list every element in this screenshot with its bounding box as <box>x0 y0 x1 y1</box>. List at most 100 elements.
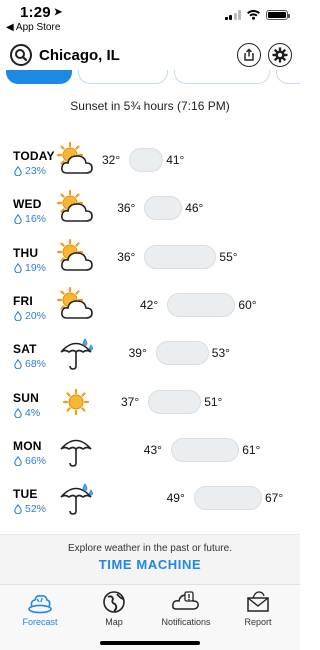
nav-map[interactable]: Map <box>78 589 150 633</box>
low-temp: 43° <box>143 442 162 457</box>
forecast-row-sat[interactable]: SAT 68% 39° 53° <box>0 333 300 377</box>
raindrop-icon <box>14 455 22 466</box>
nav-forecast[interactable]: Forecast <box>4 589 76 633</box>
temp-range-bar <box>129 148 164 172</box>
day-name: TODAY <box>13 149 55 163</box>
time-machine-button[interactable]: TIME MACHINE <box>0 557 300 572</box>
back-to-app-store-link[interactable]: ◀ App Store <box>6 22 60 33</box>
sun-icon <box>62 388 90 415</box>
low-temp: 32° <box>102 153 121 167</box>
nav-label: Map <box>105 617 123 627</box>
rain-umbrella-icon <box>60 338 93 370</box>
forecast-row-tue[interactable]: TUE 52% 49° 67° <box>0 478 300 522</box>
settings-button[interactable] <box>268 43 292 67</box>
low-temp: 49° <box>166 491 185 506</box>
notification-cloud-icon <box>172 591 199 610</box>
precip-chance: 66% <box>13 455 46 467</box>
report-envelope-icon <box>247 591 269 612</box>
location-header: Chicago, IL <box>0 38 300 74</box>
search-button[interactable] <box>10 44 32 66</box>
raindrop-icon <box>14 310 22 321</box>
nav-label: Report <box>244 617 272 627</box>
precip-chance: 4% <box>13 407 40 419</box>
raindrop-icon <box>14 359 22 370</box>
precip-chance: 52% <box>13 503 46 515</box>
forecast-row-today[interactable]: TODAY 23% 32° 41° <box>0 140 300 184</box>
high-temp: 55° <box>219 249 238 264</box>
forecast-icon <box>28 595 52 614</box>
share-button[interactable] <box>237 43 261 67</box>
location-arrow-icon: ➤ <box>53 7 63 18</box>
precip-value: 20% <box>25 309 47 322</box>
forecast-row-wed[interactable]: WED 16% 36° 46° <box>0 188 300 232</box>
precip-value: 23% <box>25 165 47 177</box>
precip-value: 68% <box>25 358 47 371</box>
globe-icon <box>103 591 125 613</box>
time-machine-banner[interactable]: Explore weather in the past or future. T… <box>0 534 300 584</box>
precip-value: 4% <box>25 406 41 419</box>
tab-3[interactable] <box>174 70 270 84</box>
gear-icon <box>272 47 288 63</box>
forecast-row-fri[interactable]: FRI 20% 42° 60° <box>0 285 300 329</box>
rain-umbrella-icon <box>60 483 93 515</box>
raindrop-icon <box>14 166 22 176</box>
day-name: SUN <box>13 390 39 405</box>
wifi-icon <box>247 10 260 20</box>
partly-cloudy-icon <box>57 286 93 319</box>
low-temp: 36° <box>117 249 136 264</box>
clock-time: 1:29 <box>20 4 51 21</box>
status-bar: 1:29 ➤ ◀ App Store <box>0 0 300 36</box>
share-icon <box>244 48 254 61</box>
partly-cloudy-icon <box>57 190 93 223</box>
temp-range-bar <box>155 341 209 366</box>
low-temp: 42° <box>140 297 159 312</box>
raindrop-icon <box>14 407 22 418</box>
precip-value: 66% <box>25 454 47 467</box>
home-indicator <box>100 641 200 645</box>
cellular-signal-icon <box>224 9 241 20</box>
low-temp: 37° <box>121 394 140 409</box>
tab-daily[interactable] <box>6 70 72 84</box>
umbrella-icon <box>60 439 92 467</box>
location-name[interactable]: Chicago, IL <box>39 47 120 64</box>
high-temp: 60° <box>238 297 257 312</box>
low-temp: 36° <box>117 201 136 216</box>
tab-2[interactable] <box>78 70 168 84</box>
forecast-row-thu[interactable]: THU 19% 36° 55° <box>0 237 300 281</box>
time-machine-subtitle: Explore weather in the past or future. <box>68 543 232 554</box>
day-name: TUE <box>13 487 38 502</box>
temp-range-bar <box>193 486 262 511</box>
forecast-tab-strip <box>0 70 300 88</box>
nav-label: Forecast <box>22 617 58 627</box>
low-temp: 39° <box>128 346 147 361</box>
precip-value: 16% <box>25 213 47 226</box>
raindrop-icon <box>14 504 22 515</box>
day-name: SAT <box>13 342 37 357</box>
status-time: 1:29 ➤ <box>20 4 62 21</box>
high-temp: 41° <box>166 153 185 167</box>
precip-value: 19% <box>25 261 47 274</box>
temp-range-bar <box>170 437 240 462</box>
raindrop-icon <box>14 262 22 273</box>
temp-range-bar <box>144 244 217 269</box>
high-temp: 67° <box>265 491 284 506</box>
sunset-info: Sunset in 5¾ hours (7:16 PM) <box>70 99 230 113</box>
precip-chance: 20% <box>13 310 46 322</box>
high-temp: 51° <box>204 394 223 409</box>
partly-cloudy-icon <box>57 238 93 271</box>
high-temp: 46° <box>185 201 204 216</box>
temp-range-bar <box>148 389 202 414</box>
nav-label: Notifications <box>161 617 211 627</box>
nav-notifications[interactable]: Notifications <box>150 589 222 633</box>
status-icons <box>224 9 290 20</box>
temp-range-bar <box>144 196 183 221</box>
precip-chance: 23% <box>13 165 46 177</box>
tab-4[interactable] <box>276 70 300 84</box>
battery-icon <box>266 9 290 20</box>
nav-report[interactable]: Report <box>222 589 294 633</box>
temp-range-bar <box>167 292 236 317</box>
forecast-row-mon[interactable]: MON 66% 43° 61° <box>0 430 300 474</box>
precip-chance: 68% <box>13 358 46 370</box>
precip-chance: 19% <box>13 262 46 274</box>
forecast-row-sun[interactable]: SUN 4% 37° 51° <box>0 382 300 426</box>
